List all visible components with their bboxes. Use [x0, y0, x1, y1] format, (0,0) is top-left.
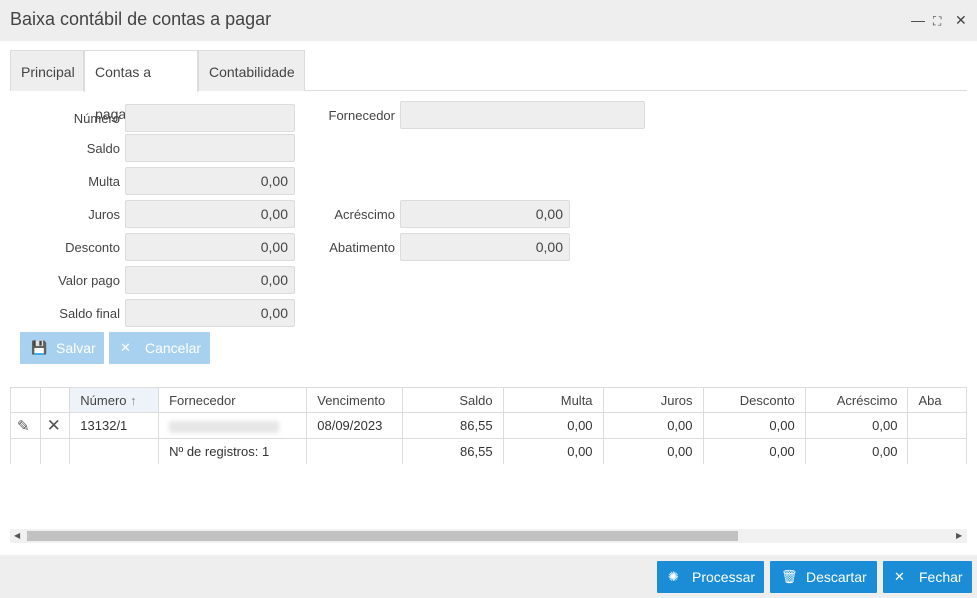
header-desconto[interactable]: Desconto: [702, 387, 806, 413]
juros-field[interactable]: 0,00: [125, 200, 295, 228]
cell-saldo: 86,55: [402, 412, 504, 439]
delete-cell[interactable]: ✕: [39, 412, 71, 439]
cell-juros: 0,00: [602, 412, 704, 439]
cancelar-button[interactable]: ✕ Cancelar: [109, 332, 210, 364]
maximize-icon[interactable]: ⛶: [933, 13, 941, 29]
fornecedor-field[interactable]: [400, 101, 645, 129]
multa-field[interactable]: 0,00: [125, 167, 295, 195]
juros-label: Juros: [88, 207, 120, 222]
saldo-field[interactable]: [125, 134, 295, 162]
cell-numero: 13132/1: [69, 412, 160, 439]
grid-summary-row: Nº de registros: 1 86,55 0,00 0,00 0,00 …: [10, 438, 967, 464]
footer-bar: ✺ Processar 🗑 Descartar ✕ Fechar: [0, 555, 977, 598]
pencil-icon[interactable]: ✎: [17, 418, 30, 435]
window-title: Baixa contábil de contas a pagar: [10, 9, 272, 29]
redacted-fornecedor: [169, 420, 280, 433]
close-icon[interactable]: ✕: [955, 12, 967, 28]
fornecedor-label: Fornecedor: [328, 108, 395, 123]
header-multa[interactable]: Multa: [502, 387, 604, 413]
title-bar: Baixa contábil de contas a pagar — ⛶ ✕: [0, 0, 977, 41]
valor-pago-field[interactable]: 0,00: [125, 266, 295, 294]
summary-multa: 0,00: [502, 438, 604, 464]
save-icon: 💾: [31, 340, 48, 355]
cell-multa: 0,00: [502, 412, 604, 439]
numero-field[interactable]: [125, 104, 295, 132]
salvar-button[interactable]: 💾 Salvar: [20, 332, 104, 364]
header-acrescimo[interactable]: Acréscimo: [804, 387, 909, 413]
grid-header-row: Número ↑ Fornecedor Vencimento Saldo Mul…: [10, 387, 967, 413]
scroll-left-icon[interactable]: ◀: [14, 529, 20, 543]
spinner-icon: ✺: [668, 569, 679, 584]
edit-cell[interactable]: ✎: [10, 412, 41, 439]
contas-grid: Número ↑ Fornecedor Vencimento Saldo Mul…: [10, 387, 967, 464]
trash-icon: 🗑: [781, 569, 798, 584]
header-vencimento[interactable]: Vencimento: [306, 387, 404, 413]
saldo-final-field[interactable]: 0,00: [125, 299, 295, 327]
sort-asc-icon: ↑: [130, 392, 137, 408]
table-row[interactable]: ✎ ✕ 13132/1 08/09/2023 86,55 0,00 0,00 0…: [10, 412, 967, 439]
header-edit-col: [10, 387, 41, 413]
header-juros[interactable]: Juros: [602, 387, 704, 413]
summary-juros: 0,00: [602, 438, 704, 464]
saldo-label: Saldo: [86, 141, 120, 156]
acrescimo-label: Acréscimo: [334, 207, 395, 222]
abatimento-field[interactable]: 0,00: [400, 233, 570, 261]
processar-button[interactable]: ✺ Processar: [657, 561, 764, 593]
header-saldo[interactable]: Saldo: [402, 387, 504, 413]
horizontal-scrollbar[interactable]: ◀ ▶: [10, 529, 967, 543]
close-x-icon: ✕: [894, 569, 905, 584]
saldo-final-label: Saldo final: [59, 306, 120, 321]
summary-registros: Nº de registros: 1: [158, 438, 308, 464]
header-delete-col: [39, 387, 71, 413]
desconto-label: Desconto: [65, 240, 120, 255]
minimize-icon[interactable]: —: [911, 12, 925, 28]
fechar-button[interactable]: ✕ Fechar: [883, 561, 972, 593]
dialog-window: Baixa contábil de contas a pagar — ⛶ ✕ P…: [0, 0, 977, 598]
cancel-icon: ✕: [120, 340, 131, 355]
abatimento-label: Abatimento: [329, 240, 395, 255]
cell-vencimento: 08/09/2023: [306, 412, 404, 439]
scroll-right-icon[interactable]: ▶: [956, 529, 962, 543]
tab-bar: Principal Contas a pagar Contabilidade: [10, 50, 967, 122]
multa-label: Multa: [88, 174, 120, 189]
header-abatimento[interactable]: Aba: [907, 387, 967, 413]
cell-fornecedor: [158, 412, 308, 439]
cell-desconto: 0,00: [702, 412, 806, 439]
summary-saldo: 86,55: [402, 438, 504, 464]
scrollbar-thumb[interactable]: [27, 531, 738, 541]
descartar-button[interactable]: 🗑 Descartar: [770, 561, 877, 593]
desconto-field[interactable]: 0,00: [125, 233, 295, 261]
header-fornecedor[interactable]: Fornecedor: [158, 387, 308, 413]
summary-desconto: 0,00: [702, 438, 806, 464]
tab-contas-a-pagar[interactable]: Contas a pagar: [84, 50, 198, 122]
numero-label: Número: [73, 111, 120, 126]
delete-x-icon[interactable]: ✕: [47, 416, 61, 435]
valor-pago-label: Valor pago: [58, 273, 120, 288]
cell-abatimento: [907, 412, 967, 439]
summary-acrescimo: 0,00: [804, 438, 909, 464]
tab-principal[interactable]: Principal: [10, 50, 84, 91]
header-numero[interactable]: Número ↑: [69, 387, 160, 413]
acrescimo-field[interactable]: 0,00: [400, 200, 570, 228]
tab-contabilidade[interactable]: Contabilidade: [198, 50, 305, 91]
cell-acrescimo: 0,00: [804, 412, 909, 439]
